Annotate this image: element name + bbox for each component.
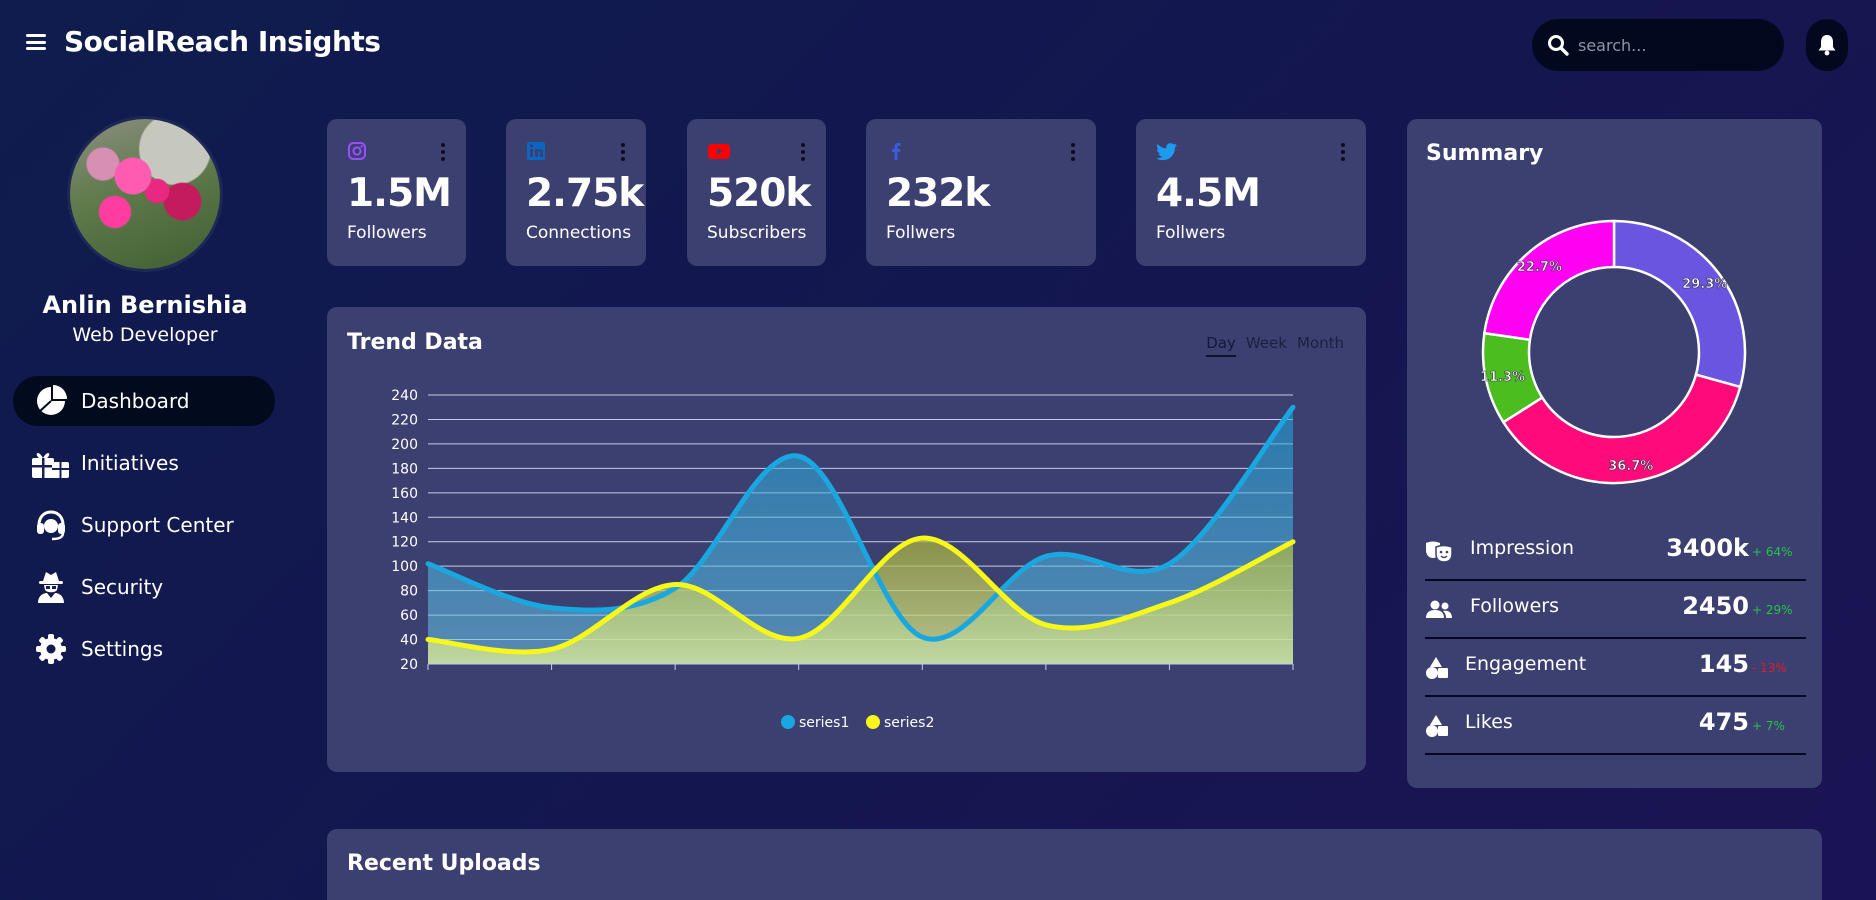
pie-chart-icon xyxy=(31,383,71,419)
card-menu-icon[interactable] xyxy=(800,143,806,161)
y-tick-label: 120 xyxy=(391,535,418,551)
user-name: Anlin Bernishia xyxy=(42,291,248,319)
nav-item-dashboard[interactable]: Dashboard xyxy=(13,376,275,426)
search-input[interactable] xyxy=(1578,33,1768,57)
search-box[interactable] xyxy=(1532,19,1784,71)
recent-uploads-panel: Recent Uploads xyxy=(327,829,1822,900)
nav-label-security: Security xyxy=(81,575,164,599)
twitter-icon xyxy=(1156,143,1178,161)
app-title: SocialReach Insights xyxy=(64,25,381,58)
avatar xyxy=(70,119,220,269)
y-tick-label: 100 xyxy=(391,559,418,575)
donut-slice[interactable] xyxy=(1612,219,1747,389)
legend-label[interactable]: series1 xyxy=(799,715,849,731)
summary-row-change: + 29% xyxy=(1752,603,1793,617)
nav-label-support-center: Support Center xyxy=(81,513,234,537)
y-tick-label: 20 xyxy=(400,657,418,673)
hamburger-menu-icon[interactable] xyxy=(26,34,46,50)
stat-card-youtube: 520k Subscribers xyxy=(687,119,826,266)
search-icon xyxy=(1548,35,1569,56)
stat-label: Connections xyxy=(526,223,632,243)
summary-row-followers: Followers 2450 + 29% xyxy=(1425,581,1806,639)
notification-button[interactable] xyxy=(1806,19,1848,71)
stat-value: 232k xyxy=(886,171,990,216)
summary-row-change: + 64% xyxy=(1752,545,1793,559)
y-tick-label: 180 xyxy=(391,461,418,477)
nav-item-initiatives[interactable]: Initiatives xyxy=(13,438,275,488)
stat-card-instagram: 1.5M Followers xyxy=(327,119,466,266)
bell-icon xyxy=(1818,35,1836,56)
summary-row-label: Likes xyxy=(1465,711,1513,733)
trend-panel: Trend Data Day Week Month 20 40 60 80 100 120… xyxy=(327,307,1366,772)
card-menu-icon[interactable] xyxy=(620,143,626,161)
shapes-icon xyxy=(1426,715,1448,737)
gear-icon xyxy=(31,631,71,667)
stat-label: Follwers xyxy=(886,223,956,243)
summary-row-change: - 13% xyxy=(1752,661,1787,675)
nav-item-support-center[interactable]: Support Center xyxy=(13,500,275,550)
nav-label-settings: Settings xyxy=(81,637,164,661)
legend-marker[interactable] xyxy=(866,715,880,729)
user-role: Web Developer xyxy=(72,324,218,346)
nav-item-settings[interactable]: Settings xyxy=(13,624,275,674)
summary-row-label: Followers xyxy=(1470,595,1559,617)
summary-row-value: 145 xyxy=(1698,650,1749,678)
user-group-icon xyxy=(1426,600,1452,618)
stat-label: Followers xyxy=(347,223,427,243)
y-tick-label: 140 xyxy=(391,510,418,526)
card-menu-icon[interactable] xyxy=(440,143,446,161)
summary-donut-chart: 29.3% 36.7% 11.3% 22.7% xyxy=(1480,219,1747,485)
nav-label-initiatives: Initiatives xyxy=(81,451,179,475)
summary-row-label: Engagement xyxy=(1465,653,1587,675)
summary-row-label: Impression xyxy=(1470,537,1574,559)
y-tick-label: 240 xyxy=(391,388,418,404)
y-tick-label: 40 xyxy=(400,633,418,649)
summary-row-engagement: Engagement 145 - 13% xyxy=(1425,639,1806,697)
stat-label: Follwers xyxy=(1156,223,1226,243)
headset-icon xyxy=(31,507,71,543)
trend-chart: 20 40 60 80 100 120 140 160 180 200 220 240 series1 s… xyxy=(391,388,1296,731)
stat-card-facebook: 232k Follwers xyxy=(866,119,1096,266)
stat-card-linkedin: 2.75k Connections xyxy=(506,119,646,266)
linkedin-icon xyxy=(527,142,545,160)
facebook-icon xyxy=(892,143,901,160)
stat-value: 4.5M xyxy=(1156,171,1261,216)
stat-label: Subscribers xyxy=(707,223,807,243)
donut-slice[interactable] xyxy=(1482,219,1616,342)
legend-label[interactable]: series2 xyxy=(884,715,934,731)
nav-label-dashboard: Dashboard xyxy=(81,389,190,413)
summary-row-value: 2450 xyxy=(1682,592,1749,620)
y-tick-label: 80 xyxy=(400,584,418,600)
summary-row-value: 3400k xyxy=(1666,534,1749,562)
donut-slice-label: 29.3% xyxy=(1682,277,1727,292)
card-menu-icon[interactable] xyxy=(1070,143,1076,161)
gift-icon xyxy=(31,445,71,481)
instagram-icon xyxy=(348,142,366,160)
donut-slice-label: 11.3% xyxy=(1480,370,1525,385)
summary-row-likes: Likes 475 + 7% xyxy=(1425,697,1806,755)
masks-theater-icon xyxy=(1426,541,1453,563)
user-secret-icon xyxy=(31,569,71,605)
donut-slice-label: 36.7% xyxy=(1608,459,1653,474)
youtube-icon xyxy=(708,144,730,159)
summary-panel: Summary 29.3% 36.7% 11.3% 22.7% Impression … xyxy=(1407,119,1822,788)
y-tick-label: 160 xyxy=(391,486,418,502)
top-bar: SocialReach Insights xyxy=(0,0,1876,90)
donut-slice-label: 22.7% xyxy=(1517,260,1562,275)
y-tick-label: 200 xyxy=(391,437,418,453)
y-tick-label: 60 xyxy=(400,608,418,624)
shapes-icon xyxy=(1426,657,1448,679)
stat-card-twitter: 4.5M Follwers xyxy=(1136,119,1366,266)
card-menu-icon[interactable] xyxy=(1340,143,1346,161)
stat-value: 1.5M xyxy=(347,171,452,216)
recent-uploads-title: Recent Uploads xyxy=(347,851,541,876)
stat-value: 2.75k xyxy=(526,171,644,216)
legend-marker[interactable] xyxy=(781,715,795,729)
stat-value: 520k xyxy=(707,171,811,216)
summary-row-impression: Impression 3400k + 64% xyxy=(1425,523,1806,581)
summary-row-value: 475 xyxy=(1698,708,1749,736)
summary-row-change: + 7% xyxy=(1752,719,1785,733)
nav-item-security[interactable]: Security xyxy=(13,562,275,612)
y-tick-label: 220 xyxy=(391,412,418,428)
